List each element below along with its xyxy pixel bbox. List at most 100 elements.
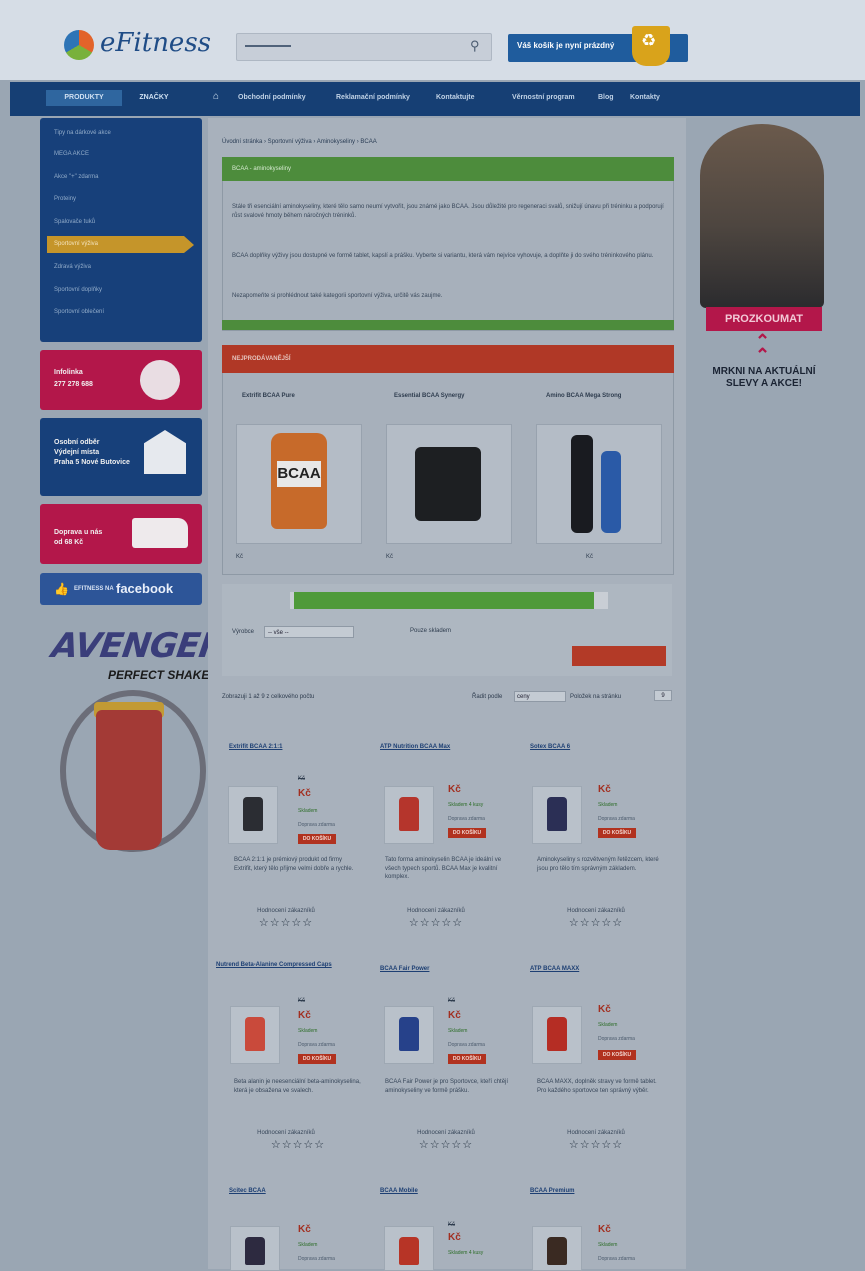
product-name[interactable]: ATP Nutrition BCAA Max [380,744,450,750]
product-rating-label: Hodnocení zákazníků [567,908,625,914]
product-name[interactable]: Sotex BCAA 6 [530,744,570,750]
add-to-cart-button[interactable]: DO KOŠÍKU [598,828,636,838]
product-name[interactable]: Scitec BCAA [229,1188,266,1194]
nav-link-contacts[interactable]: Kontakty [630,94,660,101]
nav-link-blog[interactable]: Blog [598,94,614,101]
product-name[interactable]: Nutrend Beta-Alanine Compressed Caps [216,962,332,968]
sidebar-item-fat-burners[interactable]: Spalovače tuků [54,219,95,225]
product-price: Kč [598,1224,611,1235]
product-delivery: Doprava zdarma [598,1036,635,1042]
product-price: Kč [448,1232,461,1243]
product-image[interactable] [384,786,434,844]
intro-heading: BCAA - aminokyseliny [232,166,292,172]
product-delivery: Doprava zdarma [298,1042,335,1048]
nav-link-terms[interactable]: Obchodní podmínky [238,94,306,101]
price-slider-max-handle[interactable] [594,592,608,609]
search-input[interactable] [236,33,492,61]
tab-brands[interactable]: ZNAČKY [124,90,184,106]
home-icon[interactable]: ⌂ [213,91,219,102]
product-name[interactable]: Extrifit BCAA 2:1:1 [229,744,282,750]
bestseller-image[interactable] [386,424,512,544]
product-image[interactable] [384,1006,434,1064]
product-name[interactable]: BCAA Premium [530,1188,574,1194]
add-to-cart-button[interactable]: DO KOŠÍKU [448,1054,486,1064]
add-to-cart-button[interactable]: DO KOŠÍKU [448,828,486,838]
product-rating-label: Hodnocení zákazníků [257,908,315,914]
search-icon[interactable]: ⚲ [470,38,480,54]
product-image[interactable] [228,786,278,844]
product-jar [399,797,419,831]
product-price: Kč [298,1224,311,1235]
product-image[interactable] [532,1226,582,1271]
sidebar-item-free-bonus[interactable]: Akce "+" zdarma [54,174,98,180]
product-price: Kč [298,788,311,799]
product-image[interactable] [230,1226,280,1271]
product-name[interactable]: BCAA Fair Power [380,966,429,972]
delivery-line-1: Doprava u nás [54,529,103,536]
nav-link-complaints[interactable]: Reklamační podmínky [336,94,410,101]
sidebar-item-sport-nutrition[interactable]: Sportovní výživa [54,241,98,247]
product-name[interactable]: ATP BCAA MAXX [530,966,579,972]
sidebar-item-supplements[interactable]: Sportovní doplňky [54,287,102,293]
product-rating-label: Hodnocení zákazníků [257,1130,315,1136]
rating-stars-icon[interactable]: ☆☆☆☆☆ [238,1138,358,1151]
logo[interactable]: eFitness [100,28,211,58]
product-price: Kč [598,1004,611,1015]
product-jar [399,1017,419,1051]
product-old-price: Kč [298,776,306,782]
product-image[interactable] [230,1006,280,1064]
manufacturer-select[interactable]: -- vše -- [264,626,354,638]
pickup-line-1: Osobní odběr [54,439,100,446]
in-stock-checkbox[interactable]: Pouze skladem [410,628,451,634]
shaker-image[interactable] [96,710,162,850]
rating-stars-icon[interactable]: ☆☆☆☆☆ [536,916,656,929]
explore-button[interactable]: PROZKOUMAT [706,307,822,331]
facebook-brand: facebook [116,581,174,596]
banner-text[interactable]: MRKNI NA AKTUÁLNÍ SLEVY A AKCE! [700,366,828,390]
sort-select[interactable]: ceny [514,691,566,702]
product-rating-label: Hodnocení zákazníků [417,1130,475,1136]
product-bottle-black [571,435,593,533]
per-page-select[interactable]: 9 [654,690,672,701]
banner-model-image[interactable] [700,124,824,308]
cart-label[interactable]: Váš košík je nyní prázdný [517,41,614,50]
add-to-cart-button[interactable]: DO KOŠÍKU [598,1050,636,1060]
bestseller-name[interactable]: Essential BCAA Synergy [394,393,464,399]
infoline-phone[interactable]: 277 278 688 [54,380,93,389]
rating-stars-icon[interactable]: ☆☆☆☆☆ [226,916,346,929]
intro-box [222,157,674,331]
infoline-title: Infolinka [54,369,83,376]
sort-label: Řadit podle [472,694,503,700]
rating-stars-icon[interactable]: ☆☆☆☆☆ [386,1138,506,1151]
bestseller-name[interactable]: Amino BCAA Mega Strong [546,393,621,399]
add-to-cart-button[interactable]: DO KOŠÍKU [298,1054,336,1064]
filter-submit-button[interactable] [572,646,666,666]
sidebar-item-clothing[interactable]: Sportovní oblečení [54,309,104,315]
price-slider-track[interactable] [294,592,596,609]
product-image[interactable] [532,786,582,844]
rating-stars-icon[interactable]: ☆☆☆☆☆ [376,916,496,929]
nav-link-loyalty[interactable]: Věrnostní program [512,94,575,101]
bestseller-image[interactable]: BCAA [236,424,362,544]
product-price: Kč [298,1010,311,1021]
bestseller-image[interactable] [536,424,662,544]
product-image[interactable] [532,1006,582,1064]
sidebar-item-gift-tips[interactable]: Tipy na dárkové akce [54,130,111,136]
intro-paragraph-2: BCAA doplňky výživy jsou dostupné ve for… [232,253,654,259]
bestseller-price: Kč [386,554,394,560]
breadcrumb[interactable]: Úvodní stránka › Sportovní výživa › Amin… [222,139,377,145]
product-delivery: Doprava zdarma [448,1042,485,1048]
nav-link-contact-us[interactable]: Kontaktujte [436,94,475,101]
product-image[interactable] [384,1226,434,1271]
product-name[interactable]: BCAA Mobile [380,1188,418,1194]
rating-stars-icon[interactable]: ☆☆☆☆☆ [536,1138,656,1151]
bestseller-name[interactable]: Extrifit BCAA Pure [242,393,295,399]
logo-icon[interactable] [64,30,94,60]
product-description: BCAA 2:1:1 je prémiový produkt od firmy … [234,857,354,872]
tab-products[interactable]: PRODUKTY [46,90,122,106]
sidebar-item-proteins[interactable]: Proteiny [54,196,76,202]
add-to-cart-button[interactable]: DO KOŠÍKU [298,834,336,844]
sidebar-item-mega-deals[interactable]: MEGA AKCE [54,151,89,157]
product-description: Beta alanin je neesenciální beta-aminoky… [234,1079,361,1094]
sidebar-item-healthy-food[interactable]: Zdravá výživa [54,264,91,270]
